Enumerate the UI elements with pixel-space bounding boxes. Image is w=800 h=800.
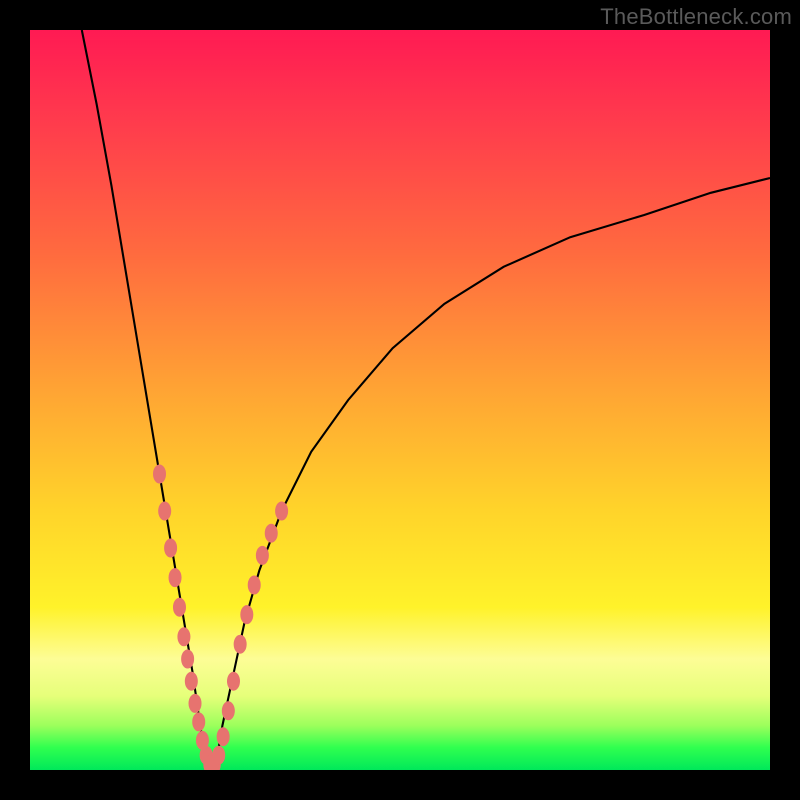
curve-marker <box>177 627 190 646</box>
curve-marker <box>222 701 235 720</box>
bottleneck-curve-svg <box>30 30 770 770</box>
curve-marker <box>248 576 261 595</box>
curve-marker <box>240 605 253 624</box>
curve-marker <box>212 746 225 765</box>
plot-area <box>30 30 770 770</box>
curve-marker <box>164 539 177 558</box>
curve-marker <box>169 568 182 587</box>
curve-marker <box>181 650 194 669</box>
curve-marker <box>192 712 205 731</box>
curve-marker <box>173 598 186 617</box>
curve-marker <box>234 635 247 654</box>
marker-group <box>153 465 288 771</box>
chart-frame: TheBottleneck.com <box>0 0 800 800</box>
curve-marker <box>153 465 166 484</box>
curve-marker <box>158 502 171 521</box>
curve-marker <box>256 546 269 565</box>
curve-marker <box>185 672 198 691</box>
curve-marker <box>265 524 278 543</box>
curve-marker <box>275 502 288 521</box>
curve-marker <box>227 672 240 691</box>
watermark-text: TheBottleneck.com <box>600 4 792 30</box>
curve-marker <box>189 694 202 713</box>
curve-marker <box>217 727 230 746</box>
